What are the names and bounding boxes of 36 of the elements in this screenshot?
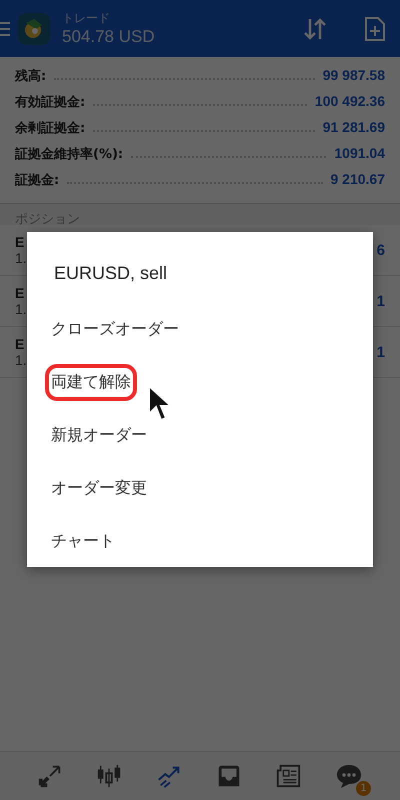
menu-item[interactable]: 両建て解除 — [45, 364, 137, 401]
account-label: 残高: — [15, 68, 46, 85]
screen-title: トレード — [62, 10, 111, 27]
chat-icon[interactable] — [335, 762, 364, 790]
newspaper-icon[interactable] — [275, 763, 302, 789]
sort-icon[interactable] — [302, 16, 328, 42]
menu-item[interactable]: 新規オーダー — [45, 417, 153, 454]
position-profit: 1 — [376, 344, 385, 360]
balance-text: 504.78 USD — [62, 27, 156, 47]
candlestick-icon[interactable] — [96, 763, 122, 789]
account-value: 91 281.69 — [322, 119, 385, 135]
position-profit: 6 — [376, 242, 385, 258]
account-value: 100 492.36 — [314, 93, 385, 109]
position-symbol: E — [15, 234, 26, 250]
menu-item[interactable]: クローズオーダー — [45, 311, 185, 348]
menu-icon[interactable] — [0, 22, 10, 36]
position-price: 1. — [15, 250, 27, 266]
account-value: 99 987.58 — [322, 67, 385, 83]
position-profit: 1 — [376, 292, 385, 310]
account-value: 9 210.67 — [330, 171, 385, 187]
account-label: 証拠金維持率(%): — [15, 146, 124, 163]
account-label: 有効証拠金: — [15, 94, 86, 111]
menu-item[interactable]: チャート — [45, 523, 121, 560]
account-label: 余剰証拠金: — [15, 120, 86, 137]
app-logo-icon — [18, 12, 50, 44]
menu-title: EURUSD, sell — [53, 263, 168, 285]
position-price: 1. — [15, 352, 27, 368]
account-label: 証拠金: — [15, 172, 60, 189]
new-document-icon[interactable] — [364, 16, 386, 42]
notification-badge: 1 — [356, 781, 372, 796]
position-price: 1. — [15, 301, 27, 317]
account-value: 1091.04 — [334, 145, 385, 161]
arrows-icon[interactable] — [36, 763, 63, 789]
menu-item[interactable]: オーダー変更 — [45, 470, 153, 507]
position-symbol: E — [15, 285, 26, 301]
position-symbol: E — [15, 336, 26, 352]
